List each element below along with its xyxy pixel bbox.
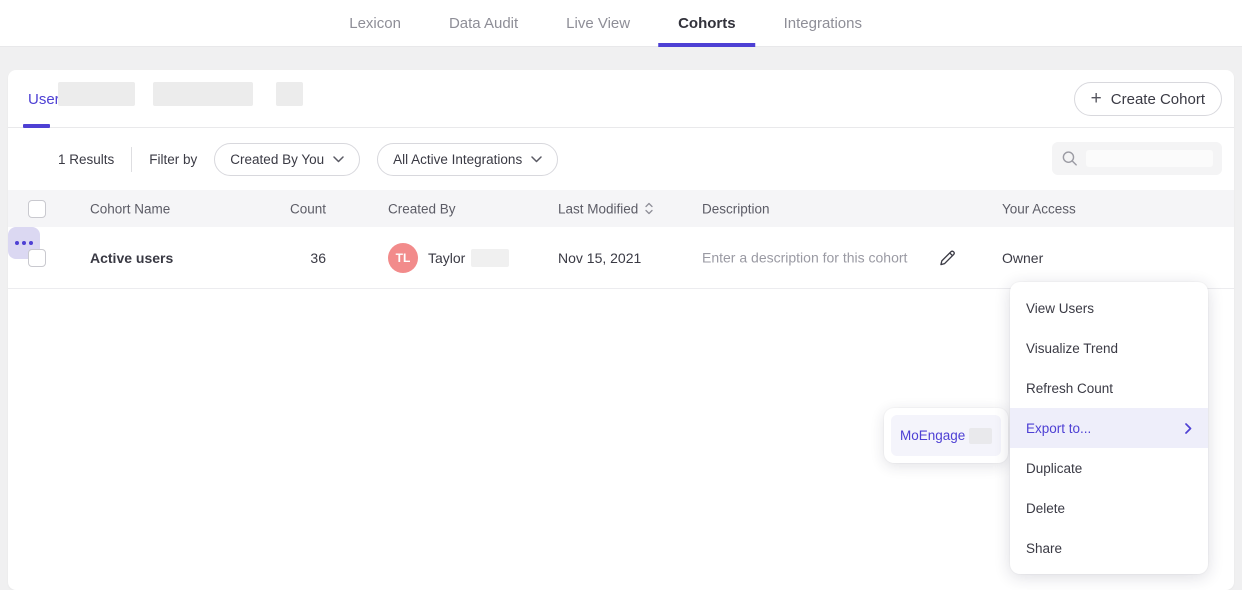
menu-item-refresh-count[interactable]: Refresh Count bbox=[1010, 368, 1208, 408]
menu-item-delete[interactable]: Delete bbox=[1010, 488, 1208, 528]
top-nav-tabs: Lexicon Data Audit Live View Cohorts Int… bbox=[349, 0, 862, 47]
export-to-label: Export to... bbox=[1026, 421, 1091, 436]
redacted-box bbox=[471, 249, 509, 267]
create-cohort-button[interactable]: + Create Cohort bbox=[1074, 82, 1222, 116]
select-all-checkbox[interactable] bbox=[28, 200, 46, 218]
avatar: TL bbox=[388, 243, 418, 273]
sort-icon bbox=[644, 202, 654, 216]
filter-by-label: Filter by bbox=[149, 152, 197, 167]
description-placeholder: Enter a description for this cohort bbox=[702, 250, 907, 266]
tab-user-cohorts[interactable]: User bbox=[28, 91, 60, 108]
top-nav-bar: Lexicon Data Audit Live View Cohorts Int… bbox=[0, 0, 1242, 47]
row-checkbox[interactable] bbox=[28, 249, 46, 267]
header-last-modified-label: Last Modified bbox=[558, 201, 638, 216]
plus-icon: + bbox=[1091, 89, 1102, 108]
menu-item-visualize-trend[interactable]: Visualize Trend bbox=[1010, 328, 1208, 368]
redacted-box bbox=[969, 428, 992, 444]
header-cohort-name: Cohort Name bbox=[90, 201, 170, 216]
chevron-right-icon bbox=[1185, 423, 1192, 434]
create-cohort-label: Create Cohort bbox=[1111, 91, 1205, 108]
created-by-dropdown-label: Created By You bbox=[230, 152, 324, 167]
search-input[interactable] bbox=[1052, 142, 1222, 175]
created-by-dropdown[interactable]: Created By You bbox=[214, 143, 360, 176]
cohort-name-link[interactable]: Active users bbox=[90, 250, 173, 266]
redacted-box bbox=[276, 82, 303, 106]
created-by-cell: TL Taylor bbox=[388, 243, 509, 273]
header-description: Description bbox=[702, 201, 770, 216]
redacted-box bbox=[153, 82, 253, 106]
header-last-modified[interactable]: Last Modified bbox=[558, 201, 654, 216]
redacted-tabs bbox=[58, 82, 303, 106]
submenu-item-moengage[interactable]: MoEngage bbox=[891, 415, 1001, 456]
table-header: Cohort Name Count Created By Last Modifi… bbox=[8, 190, 1234, 227]
access-cell: Owner bbox=[1002, 250, 1043, 266]
ellipsis-icon bbox=[15, 241, 20, 246]
divider bbox=[131, 147, 132, 172]
top-tab-live-view[interactable]: Live View bbox=[566, 0, 630, 47]
moengage-label: MoEngage bbox=[900, 428, 965, 443]
redacted-box bbox=[1086, 150, 1213, 167]
header-created-by: Created By bbox=[388, 201, 456, 216]
search-icon bbox=[1061, 149, 1079, 168]
chevron-down-icon bbox=[531, 156, 542, 163]
filter-bar: 1 Results Filter by Created By You All A… bbox=[8, 128, 1234, 190]
description-cell[interactable]: Enter a description for this cohort bbox=[702, 245, 960, 270]
results-count: 1 Results bbox=[58, 152, 114, 167]
creator-name: Taylor bbox=[428, 250, 465, 266]
menu-item-view-users[interactable]: View Users bbox=[1010, 288, 1208, 328]
last-modified-cell: Nov 15, 2021 bbox=[558, 250, 641, 266]
top-tab-integrations[interactable]: Integrations bbox=[784, 0, 862, 47]
export-submenu: MoEngage bbox=[884, 408, 1008, 463]
integrations-dropdown-label: All Active Integrations bbox=[393, 152, 522, 167]
chevron-down-icon bbox=[333, 156, 344, 163]
top-tab-cohorts[interactable]: Cohorts bbox=[678, 0, 736, 47]
edit-description-button[interactable] bbox=[935, 245, 960, 270]
integrations-dropdown[interactable]: All Active Integrations bbox=[377, 143, 558, 176]
cohort-type-row: User + Create Cohort bbox=[8, 70, 1234, 128]
menu-item-share[interactable]: Share bbox=[1010, 528, 1208, 568]
menu-item-export-to[interactable]: Export to... bbox=[1010, 408, 1208, 448]
cohort-count: 36 bbox=[258, 250, 326, 266]
top-tab-lexicon[interactable]: Lexicon bbox=[349, 0, 401, 47]
header-count: Count bbox=[258, 201, 326, 216]
redacted-box bbox=[58, 82, 135, 106]
header-your-access: Your Access bbox=[1002, 201, 1076, 216]
top-tab-data-audit[interactable]: Data Audit bbox=[449, 0, 518, 47]
table-row: Active users 36 TL Taylor Nov 15, 2021 E… bbox=[8, 227, 1234, 289]
menu-item-duplicate[interactable]: Duplicate bbox=[1010, 448, 1208, 488]
pencil-icon bbox=[937, 247, 958, 268]
row-context-menu: View Users Visualize Trend Refresh Count… bbox=[1010, 282, 1208, 574]
